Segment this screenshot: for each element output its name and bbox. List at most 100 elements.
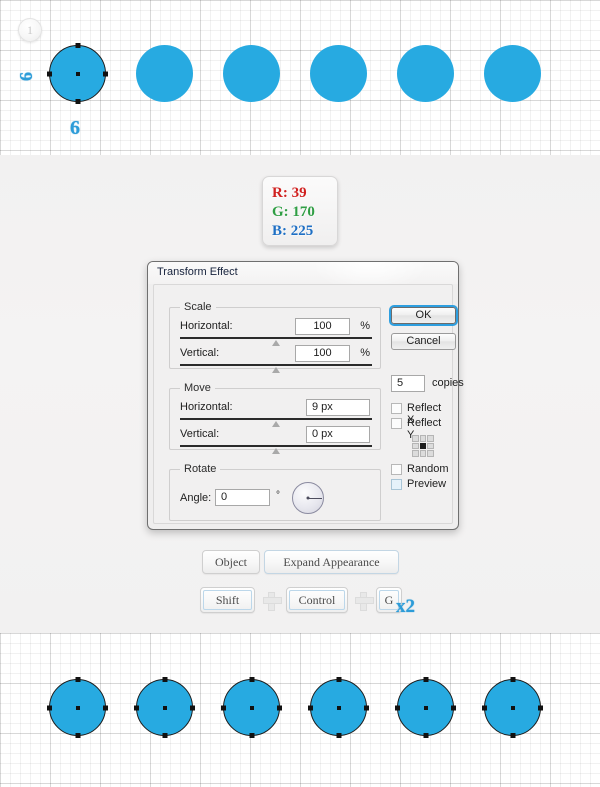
slider-track bbox=[180, 418, 372, 420]
origin-cell-middle-right[interactable] bbox=[427, 442, 434, 450]
transform-effect-dialog[interactable]: Transform Effect Scale Horizontal: 100 %… bbox=[147, 261, 464, 530]
move-horizontal-label: Horizontal: bbox=[180, 401, 233, 413]
plus-icon bbox=[263, 592, 282, 611]
preview-label: Preview bbox=[407, 478, 447, 490]
slider-track bbox=[180, 364, 372, 366]
canvas-artboard-bottom[interactable]: 2 bbox=[0, 633, 600, 787]
scale-horizontal-input[interactable]: 100 bbox=[295, 318, 350, 335]
canvas-circle[interactable] bbox=[310, 45, 367, 102]
canvas-circle[interactable] bbox=[397, 45, 454, 102]
anchor-point-center[interactable] bbox=[249, 705, 254, 710]
checkbox-box-icon[interactable] bbox=[391, 464, 402, 475]
key-shift-label: Shift bbox=[203, 590, 252, 610]
anchor-point-left[interactable] bbox=[221, 705, 226, 710]
canvas-circle-selected[interactable] bbox=[47, 677, 108, 738]
anchor-point-left[interactable] bbox=[47, 705, 52, 710]
ok-button[interactable]: OK bbox=[391, 307, 456, 324]
transform-origin-grid-icon[interactable] bbox=[412, 435, 434, 457]
rotate-group-legend: Rotate bbox=[180, 463, 221, 475]
move-vertical-slider[interactable] bbox=[180, 445, 372, 454]
checkbox-box-icon[interactable] bbox=[391, 479, 402, 490]
angle-input[interactable]: 0 bbox=[215, 489, 270, 506]
slider-thumb[interactable] bbox=[272, 448, 280, 454]
origin-cell-center[interactable] bbox=[419, 442, 427, 450]
anchor-point-top[interactable] bbox=[510, 677, 515, 682]
anchor-point-right[interactable] bbox=[277, 705, 282, 710]
copies-input[interactable]: 5 bbox=[391, 375, 425, 392]
color-readout-red: R: 39 bbox=[272, 184, 337, 203]
canvas-artboard-top[interactable]: 1 6 6 bbox=[0, 0, 600, 155]
color-readout-blue: B: 225 bbox=[272, 222, 337, 241]
checkbox-box-icon[interactable] bbox=[391, 418, 402, 429]
anchor-point-top[interactable] bbox=[75, 677, 80, 682]
scale-vertical-input[interactable]: 100 bbox=[295, 345, 350, 362]
anchor-point-center[interactable] bbox=[510, 705, 515, 710]
color-readout-tooltip: R: 39 G: 170 B: 225 bbox=[262, 176, 338, 246]
canvas-circle-selected[interactable] bbox=[134, 677, 195, 738]
blue-value: 225 bbox=[290, 223, 314, 239]
anchor-point-bottom[interactable] bbox=[75, 733, 80, 738]
anchor-point-center[interactable] bbox=[162, 705, 167, 710]
anchor-point-top[interactable] bbox=[75, 43, 80, 48]
slider-track bbox=[180, 337, 372, 339]
anchor-point-top[interactable] bbox=[249, 677, 254, 682]
canvas-circle-selected[interactable] bbox=[308, 677, 369, 738]
anchor-point-left[interactable] bbox=[134, 705, 139, 710]
anchor-point-center[interactable] bbox=[423, 705, 428, 710]
anchor-point-bottom[interactable] bbox=[510, 733, 515, 738]
anchor-point-left[interactable] bbox=[482, 705, 487, 710]
canvas-circle-selected[interactable] bbox=[47, 43, 108, 104]
anchor-point-center[interactable] bbox=[75, 71, 80, 76]
origin-cell-bottom-center[interactable] bbox=[419, 450, 427, 457]
move-horizontal-input[interactable]: 9 px bbox=[306, 399, 370, 416]
checkbox-box-icon[interactable] bbox=[391, 403, 402, 414]
canvas-circle[interactable] bbox=[136, 45, 193, 102]
anchor-point-left[interactable] bbox=[395, 705, 400, 710]
anchor-point-right[interactable] bbox=[190, 705, 195, 710]
canvas-circle-selected[interactable] bbox=[482, 677, 543, 738]
origin-cell-top-center[interactable] bbox=[419, 435, 427, 442]
scale-horizontal-label: Horizontal: bbox=[180, 320, 233, 332]
origin-cell-top-right[interactable] bbox=[427, 435, 434, 442]
dialog-titlebar[interactable]: Transform Effect bbox=[148, 262, 458, 284]
cancel-button[interactable]: Cancel bbox=[391, 333, 456, 350]
scale-vertical-slider[interactable] bbox=[180, 364, 372, 373]
origin-cell-top-left[interactable] bbox=[412, 435, 419, 442]
menu-object-button[interactable]: Object bbox=[202, 550, 260, 574]
key-shift[interactable]: Shift bbox=[200, 587, 255, 613]
anchor-point-bottom[interactable] bbox=[249, 733, 254, 738]
anchor-point-bottom[interactable] bbox=[75, 99, 80, 104]
scale-horizontal-unit: % bbox=[360, 320, 370, 332]
anchor-point-center[interactable] bbox=[336, 705, 341, 710]
anchor-point-top[interactable] bbox=[423, 677, 428, 682]
anchor-point-right[interactable] bbox=[451, 705, 456, 710]
slider-thumb[interactable] bbox=[272, 367, 280, 373]
canvas-circle-selected[interactable] bbox=[221, 677, 282, 738]
move-vertical-input[interactable]: 0 px bbox=[306, 426, 370, 443]
anchor-point-right[interactable] bbox=[103, 705, 108, 710]
canvas-circle-selected[interactable] bbox=[395, 677, 456, 738]
angle-dial[interactable] bbox=[292, 482, 324, 514]
anchor-point-top[interactable] bbox=[162, 677, 167, 682]
canvas-circle[interactable] bbox=[484, 45, 541, 102]
anchor-point-left[interactable] bbox=[308, 705, 313, 710]
canvas-circle[interactable] bbox=[223, 45, 280, 102]
annotation-side-label: 6 bbox=[16, 72, 36, 81]
anchor-point-right[interactable] bbox=[538, 705, 543, 710]
anchor-point-top[interactable] bbox=[336, 677, 341, 682]
anchor-point-bottom[interactable] bbox=[423, 733, 428, 738]
origin-cell-bottom-right[interactable] bbox=[427, 450, 434, 457]
menu-expand-appearance-button[interactable]: Expand Appearance bbox=[264, 550, 399, 574]
scale-group: Scale Horizontal: 100 % Vertical: 100 % bbox=[169, 301, 381, 373]
rotate-group: Rotate Angle: 0 ° bbox=[169, 463, 381, 521]
origin-cell-bottom-left[interactable] bbox=[412, 450, 419, 457]
origin-cell-middle-left[interactable] bbox=[412, 442, 419, 450]
anchor-point-center[interactable] bbox=[75, 705, 80, 710]
key-control[interactable]: Control bbox=[286, 587, 348, 613]
scale-group-legend: Scale bbox=[180, 301, 216, 313]
anchor-point-bottom[interactable] bbox=[336, 733, 341, 738]
anchor-point-right[interactable] bbox=[364, 705, 369, 710]
anchor-point-bottom[interactable] bbox=[162, 733, 167, 738]
anchor-point-right[interactable] bbox=[103, 71, 108, 76]
anchor-point-left[interactable] bbox=[47, 71, 52, 76]
